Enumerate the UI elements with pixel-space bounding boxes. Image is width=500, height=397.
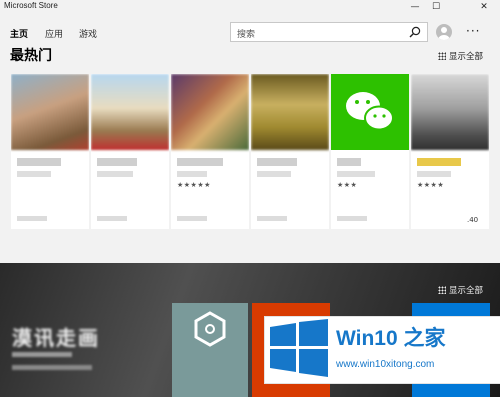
app-thumbnail xyxy=(251,74,329,150)
app-price-redacted xyxy=(257,216,287,221)
app-name-redacted xyxy=(177,158,223,166)
app-publisher-redacted xyxy=(97,171,133,177)
tab-home[interactable]: 主页 xyxy=(10,27,28,40)
more-button[interactable]: ··· xyxy=(466,24,480,38)
rating-stars: ★★★★ xyxy=(417,181,445,189)
title-bar xyxy=(0,0,500,14)
grid-icon xyxy=(438,52,446,60)
close-button[interactable]: ✕ xyxy=(474,0,494,14)
app-publisher-redacted xyxy=(337,171,375,177)
app-tile[interactable] xyxy=(172,303,248,397)
banner-show-all-link[interactable]: 显示全部 xyxy=(438,284,483,296)
app-publisher-redacted xyxy=(17,171,51,177)
app-price-redacted xyxy=(97,216,127,221)
app-card[interactable] xyxy=(11,74,89,229)
app-name-redacted xyxy=(97,158,137,166)
banner-subtitle-redacted xyxy=(12,352,72,357)
app-thumbnail xyxy=(91,74,169,150)
app-name-redacted xyxy=(257,158,297,166)
tab-apps[interactable]: 应用 xyxy=(45,27,63,40)
search-icon[interactable] xyxy=(409,26,421,38)
app-card[interactable] xyxy=(91,74,169,229)
app-publisher-redacted xyxy=(177,171,207,177)
app-price-redacted xyxy=(17,216,47,221)
app-publisher-redacted xyxy=(417,171,451,177)
section-title: 最热门 xyxy=(10,48,52,64)
app-card[interactable]: ★★★ xyxy=(331,74,409,229)
app-card[interactable] xyxy=(251,74,329,229)
app-publisher-redacted xyxy=(257,171,291,177)
app-thumbnail xyxy=(11,74,89,150)
tab-games[interactable]: 游戏 xyxy=(79,27,97,40)
user-icon xyxy=(438,27,450,40)
app-price: .40 xyxy=(467,216,479,224)
app-price-redacted xyxy=(177,216,207,221)
banner-subtitle-redacted xyxy=(12,365,92,370)
app-price-redacted xyxy=(337,216,367,221)
banner-show-all-label: 显示全部 xyxy=(449,286,484,296)
wechat-logo-icon xyxy=(346,92,394,131)
app-name-redacted xyxy=(17,158,61,166)
app-name-redacted xyxy=(337,158,361,166)
hexagon-icon xyxy=(194,311,226,347)
show-all-label: 显示全部 xyxy=(449,52,484,62)
search-placeholder: 搜索 xyxy=(237,30,256,40)
watermark-title: Win10 之家 xyxy=(336,327,446,350)
app-thumbnail xyxy=(171,74,249,150)
maximize-button[interactable]: ☐ xyxy=(426,0,446,14)
avatar[interactable] xyxy=(436,24,452,40)
app-name-redacted xyxy=(417,158,461,166)
rating-stars: ★★★ xyxy=(337,181,358,189)
app-thumbnail xyxy=(331,74,409,150)
app-card[interactable]: ★★★★★ xyxy=(171,74,249,229)
banner-title: 漠讯走画 xyxy=(12,326,100,350)
show-all-link[interactable]: 显示全部 xyxy=(438,50,483,62)
rating-stars: ★★★★★ xyxy=(177,181,211,189)
windows-logo-icon xyxy=(270,319,328,377)
watermark-url: www.win10xitong.com xyxy=(336,359,435,370)
grid-icon xyxy=(438,286,446,294)
search-input[interactable]: 搜索 xyxy=(230,22,428,42)
app-card[interactable]: ★★★★ .40 xyxy=(411,74,489,229)
window-title: Microsoft Store xyxy=(4,1,58,10)
app-thumbnail xyxy=(411,74,489,150)
minimize-button[interactable]: — xyxy=(405,0,425,14)
